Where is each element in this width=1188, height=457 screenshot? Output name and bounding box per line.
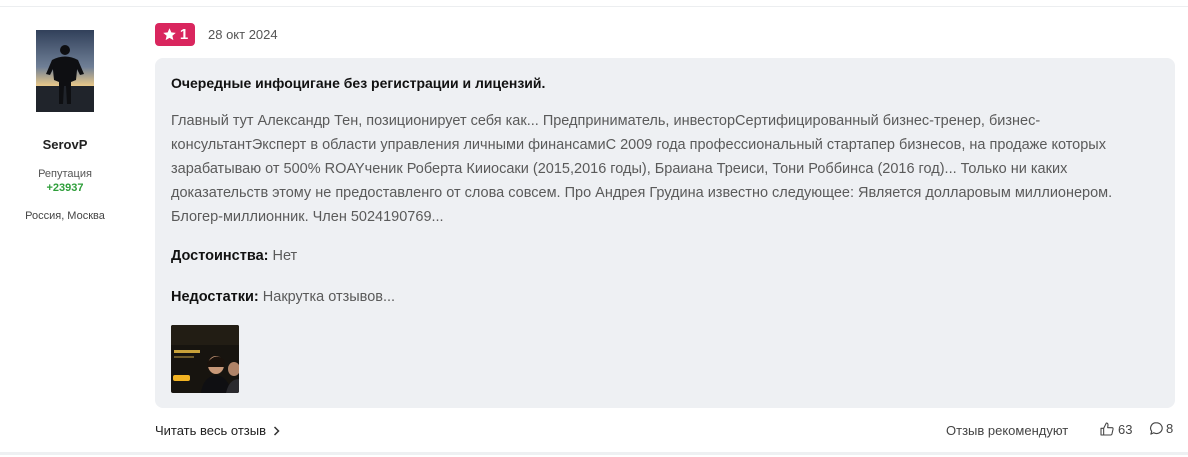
likes-count: 63 [1118, 421, 1133, 437]
thumbs-up-icon [1100, 422, 1114, 436]
chevron-right-icon [273, 425, 280, 436]
review-photo-thumbnail[interactable] [171, 325, 239, 393]
pros: Достоинства: Нет [171, 248, 297, 264]
comment-icon [1150, 422, 1163, 435]
review-text: Главный тут Александр Тен, позиционирует… [171, 113, 1113, 225]
author-location: Россия, Москва [25, 210, 105, 222]
comments-count: 8 [1166, 421, 1174, 436]
recommends-label: Отзыв рекомендуют [946, 423, 1069, 438]
review-body: Очередные инфоцигане без регистрации и л… [155, 58, 1175, 408]
pros-value: Нет [268, 248, 298, 264]
author-name[interactable]: SerovP [0, 137, 130, 152]
cons-label: Недостатки: [171, 289, 259, 305]
rating-badge: 1 [155, 23, 195, 46]
pros-label: Достоинства: [171, 248, 269, 264]
divider [0, 6, 1188, 7]
like-button[interactable]: 63 [1099, 421, 1132, 437]
reputation-value: +23937 [46, 182, 84, 194]
reputation-label: Репутация [38, 168, 92, 180]
divider [0, 452, 1188, 455]
author-panel: SerovP Репутация +23937 Россия, Москва [0, 30, 130, 222]
star-icon [163, 28, 176, 41]
review-item: SerovP Репутация +23937 Россия, Москва 1… [0, 0, 1188, 457]
cons-value: Накрутка отзывов... [258, 289, 396, 305]
review-date: 28 окт 2024 [208, 27, 278, 42]
rating-value: 1 [179, 26, 189, 43]
avatar[interactable] [36, 30, 94, 112]
review-title[interactable]: Очередные инфоцигане без регистрации и л… [171, 75, 545, 91]
comments-button[interactable]: 8 [1149, 421, 1173, 436]
read-full-review-link[interactable]: Читать весь отзыв [155, 423, 280, 438]
read-more-label: Читать весь отзыв [155, 423, 267, 438]
cons: Недостатки: Накрутка отзывов... [171, 289, 395, 305]
